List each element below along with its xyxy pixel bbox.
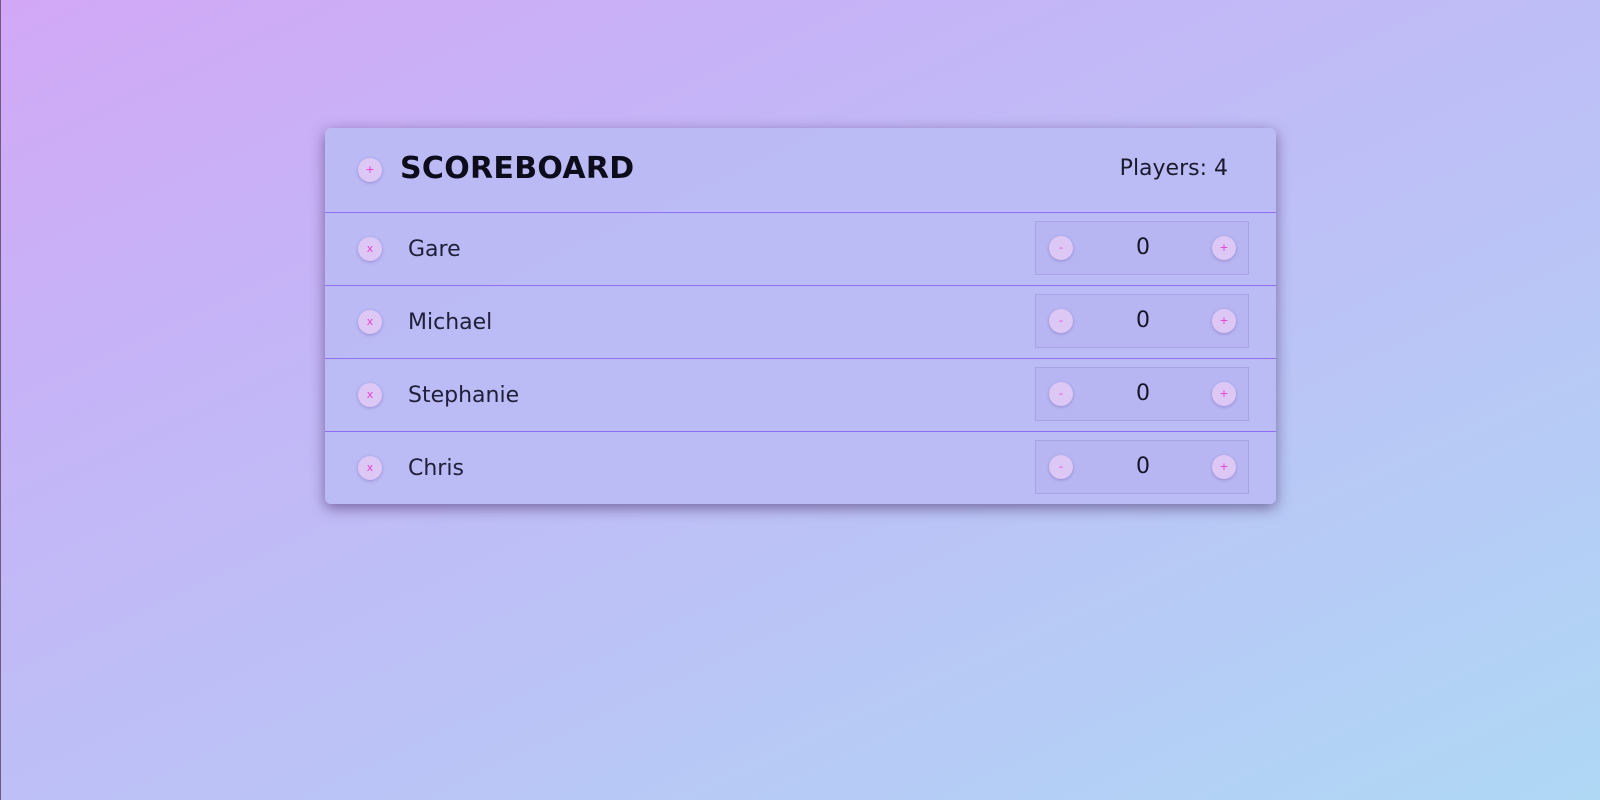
increment-score-button[interactable]: + bbox=[1212, 455, 1236, 479]
add-player-button[interactable]: + bbox=[358, 158, 382, 182]
decrement-score-button[interactable]: - bbox=[1049, 309, 1073, 333]
window-edge bbox=[0, 0, 1, 800]
increment-score-button[interactable]: + bbox=[1212, 309, 1236, 333]
remove-player-button[interactable]: x bbox=[358, 237, 382, 261]
player-row: x Stephanie - 0 + bbox=[325, 359, 1276, 432]
player-name: Michael bbox=[408, 310, 493, 335]
decrement-score-button[interactable]: - bbox=[1049, 455, 1073, 479]
score-value: 0 bbox=[1136, 308, 1150, 333]
score-counter: - 0 + bbox=[1035, 294, 1249, 348]
increment-score-button[interactable]: + bbox=[1212, 236, 1236, 260]
score-value: 0 bbox=[1136, 454, 1150, 479]
players-count: Players: 4 bbox=[1119, 156, 1228, 181]
player-name: Chris bbox=[408, 456, 464, 481]
player-row: x Michael - 0 + bbox=[325, 286, 1276, 359]
score-counter: - 0 + bbox=[1035, 367, 1249, 421]
decrement-score-button[interactable]: - bbox=[1049, 382, 1073, 406]
score-counter: - 0 + bbox=[1035, 440, 1249, 494]
score-counter: - 0 + bbox=[1035, 221, 1249, 275]
increment-score-button[interactable]: + bbox=[1212, 382, 1236, 406]
page-title: SCOREBOARD bbox=[400, 151, 635, 186]
remove-player-button[interactable]: x bbox=[358, 310, 382, 334]
player-row: x Gare - 0 + bbox=[325, 213, 1276, 286]
score-value: 0 bbox=[1136, 381, 1150, 406]
score-value: 0 bbox=[1136, 235, 1150, 260]
scoreboard-panel: + SCOREBOARD Players: 4 x Gare - 0 + x M… bbox=[325, 128, 1276, 504]
decrement-score-button[interactable]: - bbox=[1049, 236, 1073, 260]
player-row: x Chris - 0 + bbox=[325, 432, 1276, 504]
player-name: Stephanie bbox=[408, 383, 520, 408]
player-name: Gare bbox=[408, 237, 461, 262]
remove-player-button[interactable]: x bbox=[358, 456, 382, 480]
remove-player-button[interactable]: x bbox=[358, 383, 382, 407]
scoreboard-header: + SCOREBOARD Players: 4 bbox=[325, 128, 1276, 213]
